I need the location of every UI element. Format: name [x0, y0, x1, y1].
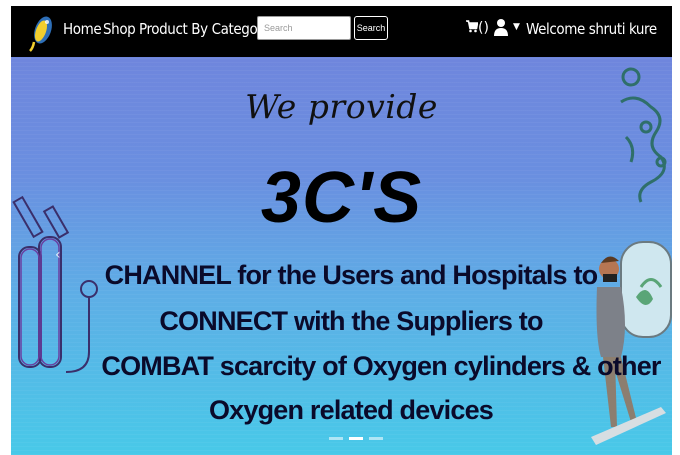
cart-count: (): [478, 20, 489, 36]
carousel-indicator-2[interactable]: [349, 437, 363, 440]
hero-carousel: ‹ We provide 3C'S CHANNEL for the Users …: [11, 57, 672, 455]
carousel-indicators: [329, 437, 383, 440]
nav-home-link[interactable]: Home: [63, 20, 102, 38]
page-left-margin: [0, 0, 11, 455]
search-button[interactable]: Search: [354, 16, 388, 40]
brand-logo-icon[interactable]: [21, 12, 61, 52]
hero-line-oxygen-devices: Oxygen related devices: [208, 395, 494, 425]
user-dropdown-caret-icon[interactable]: ▼: [513, 22, 520, 32]
cart-button[interactable]: (): [466, 20, 489, 36]
carousel-indicator-3[interactable]: [369, 437, 383, 440]
page-right-margin: [672, 0, 680, 455]
hero-headline: 3C'S: [260, 158, 423, 238]
welcome-user-text: Welcome shruti kure: [526, 20, 657, 38]
nav-shop-link[interactable]: Shop: [103, 20, 136, 38]
hero-line-combat: COMBAT scarcity of Oxygen cylinders & ot…: [101, 351, 661, 381]
user-icon[interactable]: [494, 18, 508, 36]
hero-tagline: We provide: [245, 87, 438, 126]
hero-line-channel: CHANNEL for the Users and Hospitals to: [104, 260, 598, 290]
carousel-indicator-1[interactable]: [329, 437, 343, 440]
top-navbar: Home Shop Product By Category Search () …: [11, 6, 672, 57]
nav-product-by-category-link[interactable]: Product By Category: [139, 20, 270, 38]
shopping-cart-icon: [466, 20, 479, 33]
carousel-prev-icon[interactable]: ‹: [55, 247, 61, 263]
search-input[interactable]: [257, 16, 351, 40]
hero-line-connect: CONNECT with the Suppliers to: [159, 306, 543, 336]
